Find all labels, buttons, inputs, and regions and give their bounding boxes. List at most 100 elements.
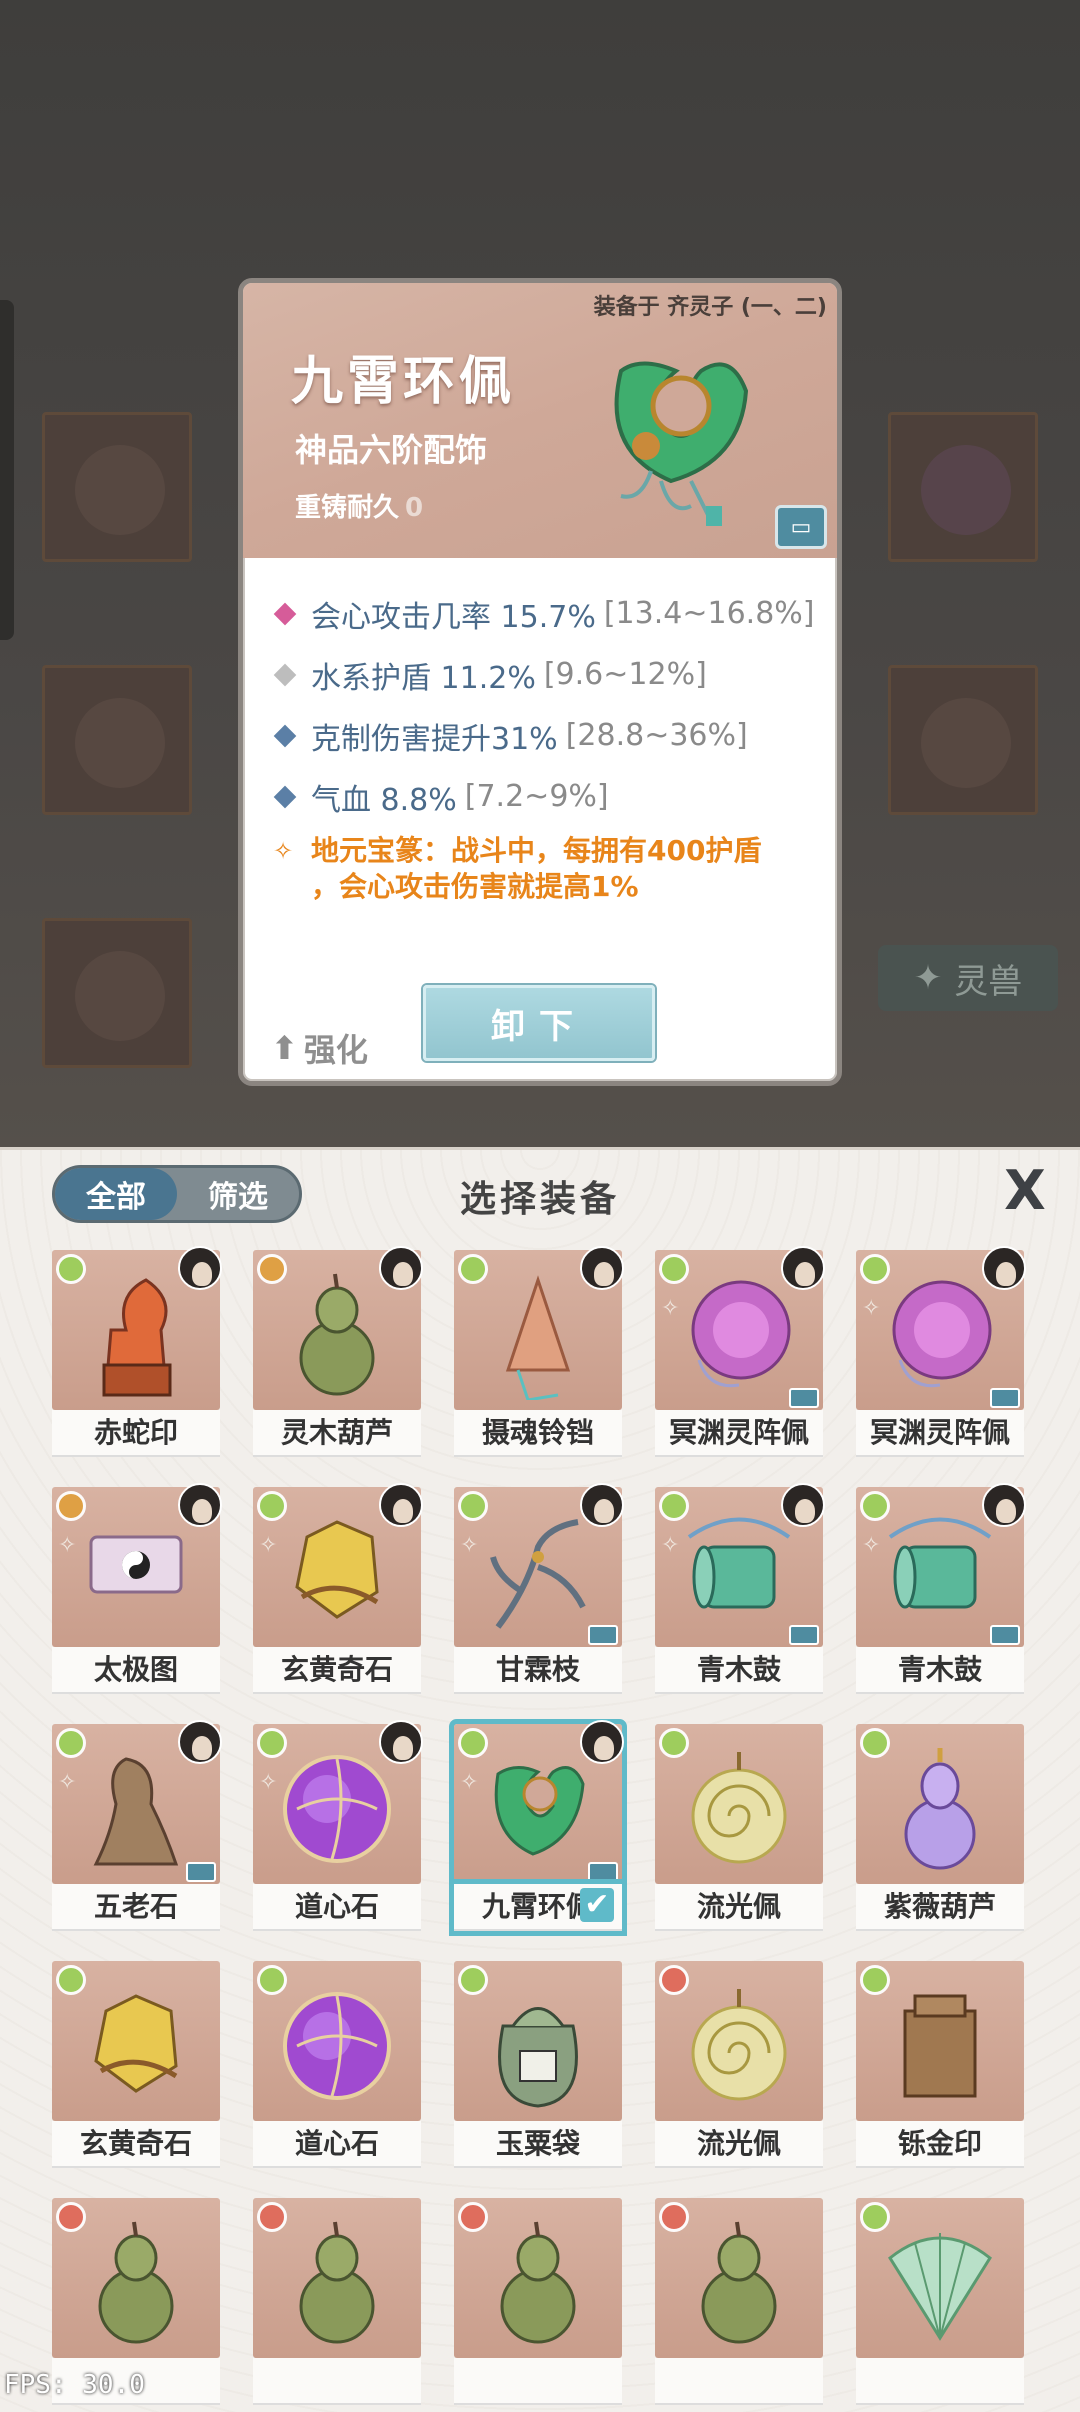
stat-row: 水系护盾 11.2% [9.6~12%] (271, 644, 831, 705)
element-gem-icon (860, 1965, 890, 1995)
item-art-icon (498, 2007, 578, 2108)
item-art-icon (102, 1278, 172, 1397)
background-equip-slot (888, 665, 1038, 815)
background-side-handle (0, 300, 14, 640)
special-effect-icon: ✧ (259, 1533, 278, 1558)
item-label: 道心石 (253, 2121, 421, 2168)
element-gem-icon (56, 2202, 86, 2232)
equipment-item-slot[interactable]: 流光佩 (655, 1961, 823, 2168)
equipment-item-slot[interactable]: ✧ 青木鼓 (655, 1483, 825, 1694)
special-effect-icon: ✧ (661, 1533, 680, 1558)
item-art-icon (500, 2221, 576, 2344)
equipment-item-slot[interactable]: ✧ 冥渊灵阵佩 (856, 1246, 1026, 1457)
item-grade: 神品六阶配饰 (295, 431, 488, 469)
lock-icon (990, 1625, 1020, 1645)
item-label: 太极图 (52, 1647, 220, 1694)
lock-icon (588, 1862, 618, 1882)
item-label: 玄黄奇石 (52, 2121, 220, 2168)
equipment-item-slot[interactable]: 道心石 (253, 1961, 421, 2168)
equipped-character-avatar (580, 1246, 624, 1290)
equipment-item-slot[interactable]: 摄魂铃铛 (454, 1246, 624, 1457)
item-art-icon (89, 1535, 183, 1594)
equipment-item-slot[interactable]: ✧ 太极图 (52, 1483, 222, 1694)
lock-icon[interactable]: ▭ (775, 505, 827, 549)
equipment-item-slot[interactable]: ✧ 九霄环佩 ✔ (454, 1720, 624, 1931)
jade-ring-item-art (614, 361, 749, 526)
equipped-character-avatar (982, 1483, 1026, 1527)
equipment-item-slot[interactable]: 流光佩 (655, 1724, 823, 1931)
equipment-item-slot[interactable]: 玉粟袋 (454, 1961, 622, 2168)
element-gem-icon (659, 1728, 689, 1758)
item-art-icon (892, 1280, 992, 1388)
item-label (856, 2358, 1024, 2405)
upgrade-button[interactable]: ⬆ 强化 (271, 1025, 368, 1071)
element-gem-icon (860, 2202, 890, 2232)
item-label: 铄金印 (856, 2121, 1024, 2168)
equipment-item-slot[interactable]: ✧ 五老石 (52, 1720, 222, 1931)
item-label: 灵木葫芦 (253, 1410, 421, 1457)
close-icon[interactable]: X (996, 1162, 1054, 1220)
diamond-icon (273, 602, 297, 625)
element-gem-icon (860, 1254, 890, 1284)
equipment-item-slot[interactable]: ✧ 玄黄奇石 (253, 1483, 423, 1694)
equipment-item-slot[interactable]: ✧ 青木鼓 (856, 1483, 1026, 1694)
equipment-item-slot[interactable]: 紫薇葫芦 (856, 1724, 1024, 1931)
equipment-select-panel: 全部 筛选 选择装备 X 赤蛇印 灵木葫芦 摄魂铃铛 ✧ 冥渊灵阵佩 ✧ 冥渊灵阵佩 ✧ 太极图… (0, 1147, 1080, 2412)
equipment-item-slot[interactable] (253, 2198, 421, 2405)
equipment-item-slot[interactable]: 灵木葫芦 (253, 1246, 423, 1457)
element-gem-icon (659, 1491, 689, 1521)
element-gem-icon (257, 1965, 287, 1995)
element-gem-icon (257, 1728, 287, 1758)
equipped-character-avatar (379, 1483, 423, 1527)
equipped-on-label: 装备于 齐灵子 (一、二) (593, 295, 827, 320)
item-label: 青木鼓 (856, 1647, 1024, 1694)
item-detail-card: 装备于 齐灵子 (一、二) 九霄环佩 神品六阶配饰 重铸耐久 0 ▭ 会心攻击几率… (238, 278, 842, 1086)
item-art-icon (93, 1757, 179, 1866)
background-equip-slot (42, 665, 192, 815)
special-effect-icon: ✧ (259, 1770, 278, 1795)
arrow-up-icon: ⬆ (271, 1029, 298, 1067)
item-label (655, 2358, 823, 2405)
item-label: 玉粟袋 (454, 2121, 622, 2168)
item-art-icon (687, 1517, 791, 1609)
stat-row: 会心攻击几率 15.7% [13.4~16.8%] (271, 583, 831, 644)
element-gem-icon (659, 1965, 689, 1995)
diamond-icon (273, 785, 297, 808)
background-pet-tab: ✦ 灵兽 (878, 945, 1058, 1011)
special-effect: ✧ 地元宝篆：战斗中，每拥有400护盾 ，会心攻击伤害就提高1% (273, 834, 762, 903)
equipment-item-slot[interactable]: ✧ 冥渊灵阵佩 (655, 1246, 825, 1457)
element-gem-icon (257, 1491, 287, 1521)
equipment-item-slot[interactable]: 玄黄奇石 (52, 1961, 220, 2168)
element-gem-icon (56, 1728, 86, 1758)
equipment-item-slot[interactable]: ✧ 甘霖枝 (454, 1483, 624, 1694)
element-gem-icon (659, 2202, 689, 2232)
equipment-item-slot[interactable]: 赤蛇印 (52, 1246, 222, 1457)
item-art-icon (691, 1989, 787, 2101)
lock-icon (186, 1862, 216, 1882)
diamond-icon (273, 663, 297, 686)
equipment-item-slot[interactable]: 铄金印 (856, 1961, 1024, 2168)
item-art-icon (283, 1992, 391, 2100)
lock-icon (990, 1388, 1020, 1408)
equipped-character-avatar (178, 1483, 222, 1527)
item-label: 摄魂铃铛 (454, 1410, 622, 1457)
lock-icon (789, 1625, 819, 1645)
item-label: 流光佩 (655, 1884, 823, 1931)
element-gem-icon (458, 1965, 488, 1995)
item-art-icon (490, 1519, 586, 1629)
item-art-icon (494, 1766, 585, 1856)
special-effect-icon: ✧ (58, 1770, 77, 1795)
item-art-icon (98, 2221, 174, 2344)
equipment-item-slot[interactable] (454, 2198, 622, 2405)
element-gem-icon (659, 1254, 689, 1284)
special-effect-icon: ✧ (661, 1296, 680, 1321)
equipment-item-slot[interactable]: ✧ 道心石 (253, 1720, 423, 1931)
background-equip-slot (888, 412, 1038, 562)
unequip-button[interactable]: 卸下 (423, 985, 655, 1061)
equipment-item-slot[interactable] (655, 2198, 823, 2405)
element-gem-icon (458, 1491, 488, 1521)
equipment-item-slot[interactable] (856, 2198, 1024, 2405)
lock-icon (588, 1625, 618, 1645)
item-detail-header: 装备于 齐灵子 (一、二) 九霄环佩 神品六阶配饰 重铸耐久 0 ▭ (243, 283, 837, 558)
special-effect-icon: ✧ (862, 1296, 881, 1321)
